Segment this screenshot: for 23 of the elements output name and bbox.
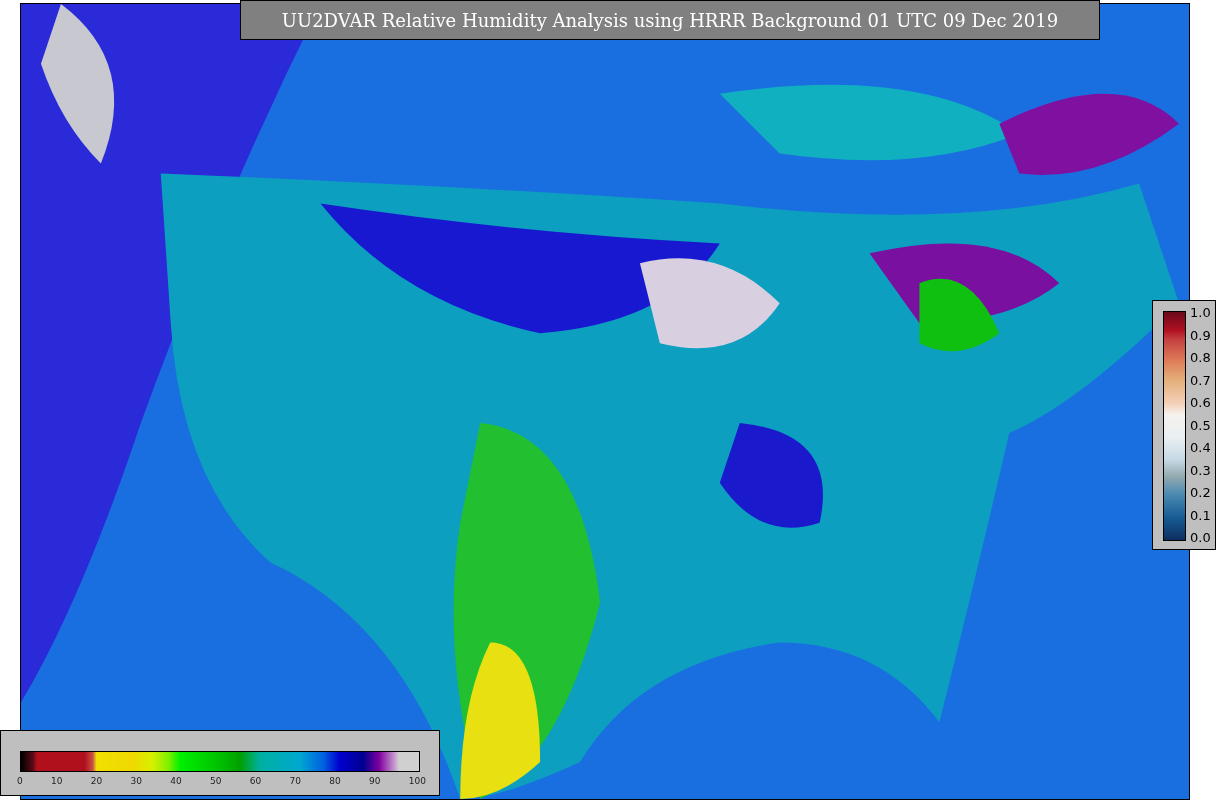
tick-label: 0	[17, 776, 23, 786]
tick-label: 0.6	[1190, 395, 1211, 410]
tick-label: 1.0	[1190, 305, 1211, 320]
tick-label: 0.8	[1190, 350, 1211, 365]
tick-label: 10	[51, 776, 63, 786]
tick-label: 0.9	[1190, 327, 1211, 343]
tick-label: 40	[170, 776, 182, 786]
tick-label: 100	[408, 776, 426, 786]
tick-label: 0.0	[1190, 530, 1211, 545]
tick-label: 60	[249, 776, 262, 786]
tick-label: 0.4	[1190, 440, 1211, 455]
tick-label: 20	[90, 776, 103, 786]
map-title: UU2DVAR Relative Humidity Analysis using HRRR Background 01 UTC 09 Dec 2019	[240, 0, 1100, 40]
tick-label: 0.2	[1190, 485, 1211, 500]
tick-label: 0.7	[1190, 372, 1211, 388]
tick-label: 30	[130, 776, 142, 786]
tick-label: 0.1	[1190, 507, 1211, 523]
tick-label: 0.3	[1190, 462, 1211, 478]
tick-label: 70	[289, 776, 301, 786]
tick-label: 50	[210, 776, 222, 786]
tick-label: 80	[329, 776, 341, 786]
tick-label: 90	[369, 776, 381, 786]
tick-label: 0.5	[1190, 417, 1211, 433]
